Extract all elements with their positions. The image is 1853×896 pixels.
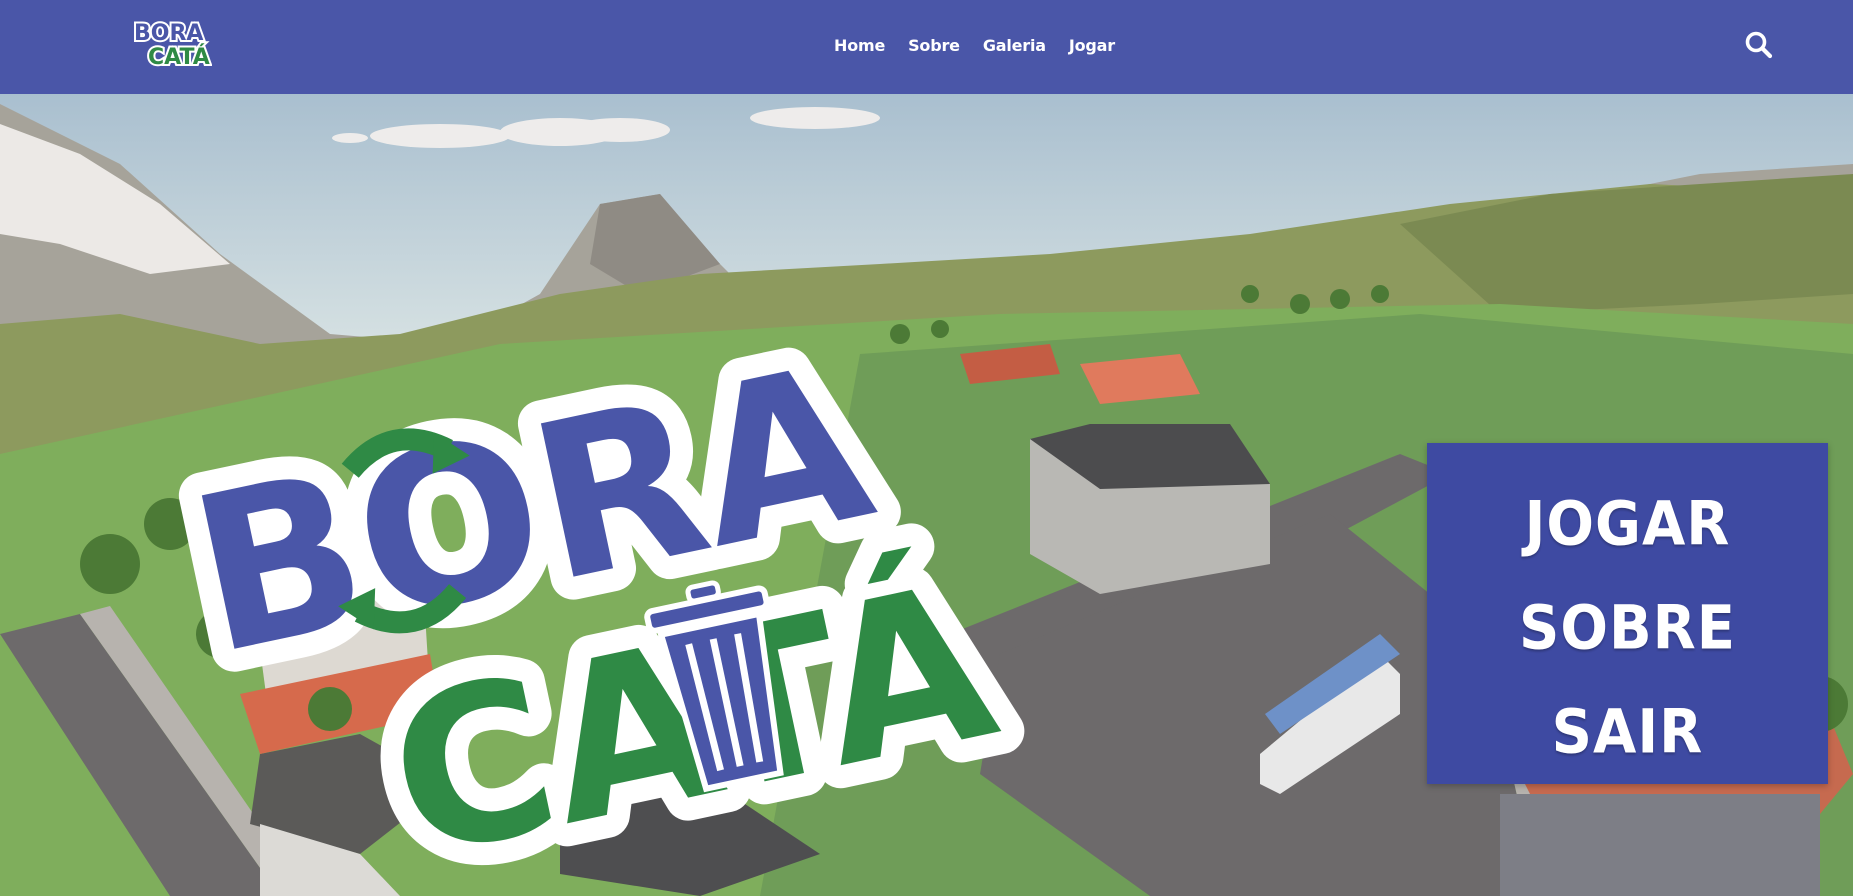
top-navbar: BORA BORA CATÁ CATÁ Home Sobre Galeria J… <box>0 0 1853 94</box>
menu-sobre-button[interactable]: SOBRE <box>1519 573 1736 685</box>
game-menu-panel: JOGAR SOBRE SAIR <box>1427 443 1828 784</box>
game-hero-scene: BORA BORA CATÁ CATÁ <box>0 94 1853 896</box>
svg-text:BORA: BORA <box>134 21 203 46</box>
menu-jogar-button[interactable]: JOGAR <box>1525 469 1731 581</box>
menu-sair-button[interactable]: SAIR <box>1552 677 1704 789</box>
search-icon[interactable] <box>1744 30 1774 60</box>
nav-home-link[interactable]: Home <box>834 36 885 55</box>
nav-galeria-link[interactable]: Galeria <box>983 36 1046 55</box>
main-nav: Home Sobre Galeria Jogar <box>834 36 1115 55</box>
bora-cata-game-logo: BORA BORA CATÁ CATÁ <box>170 293 1036 896</box>
svg-text:CATÁ: CATÁ <box>148 44 210 68</box>
nav-jogar-link[interactable]: Jogar <box>1069 36 1115 55</box>
nav-sobre-link[interactable]: Sobre <box>908 36 960 55</box>
bora-cata-small-logo[interactable]: BORA BORA CATÁ CATÁ <box>132 16 212 68</box>
